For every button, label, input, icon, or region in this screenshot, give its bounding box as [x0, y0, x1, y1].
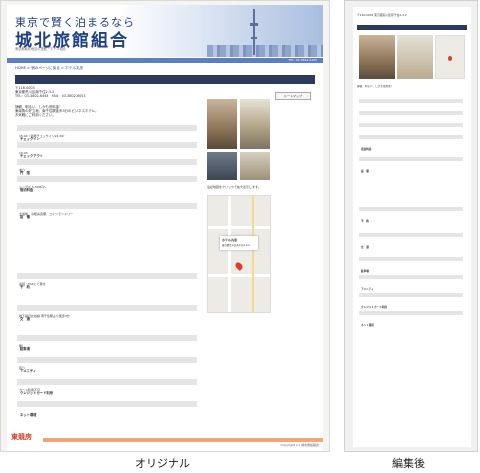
edited-intro: 静観、明るい、しかも低料金！ — [357, 85, 394, 88]
edited-section: チェックアウト — [359, 111, 463, 127]
intro-line-3: お気軽にご利用ください。 — [15, 113, 56, 118]
section-value: 10:00 — [19, 151, 28, 155]
map-road — [208, 274, 270, 277]
edited-section: ネット環境 — [359, 311, 463, 327]
map-card-address: 東京都荒川区南千住2-3-2 — [222, 244, 250, 247]
section-checkout: チェックアウト — [17, 142, 197, 158]
edited-photo-1 — [359, 35, 395, 79]
section-value: 15:00（最終チェックイン24:00） — [19, 134, 67, 138]
map-road — [208, 226, 270, 229]
map-pin-icon — [448, 56, 452, 61]
section-curfew: 門 限 — [17, 159, 197, 175]
section-reservation: 予 約 — [17, 273, 197, 289]
map-info-card: ホテル丸忠 東京都荒川区南千住2-3-2 — [220, 236, 258, 250]
breadcrumb[interactable]: HOME > 宿のページに戻る > ホテル丸忠 — [15, 66, 83, 71]
hotel-exterior-photo[interactable] — [207, 99, 237, 149]
section-label: ネット環境 — [20, 413, 37, 417]
site-header: 東京で賢く泊まるなら 城北旅館組合 東京都城北地区の旅館・ホテル組合 — [7, 5, 323, 57]
original-screenshot: 東京で賢く泊まるなら 城北旅館組合 東京都城北地区の旅館・ホテル組合 TEL: … — [0, 0, 330, 452]
footer-band — [43, 438, 323, 442]
edited-page: 〒116-0003 東京都荒川区南千住2-3-2 ホテル丸忠 静観、明るい、しか… — [353, 7, 471, 447]
section-access: 交 通 — [17, 305, 197, 321]
route-map-button[interactable]: ルートマップ — [275, 92, 311, 100]
phone-bar: TEL: 03-3892-9165 — [7, 58, 323, 63]
site-subtitle: 東京都城北地区の旅館・ホテル組合 — [15, 47, 66, 51]
caption-edited: 編集後 — [392, 457, 425, 470]
edited-section-label: ネット環境 — [361, 324, 374, 327]
map-highway — [252, 196, 254, 312]
footer-copyright: Copyright (c) 城北旅館組合 — [280, 443, 319, 447]
edited-section-label: 宿泊料金 — [361, 148, 372, 151]
edited-section-label: クレジットカード利用 — [361, 306, 387, 309]
skytree-icon — [250, 9, 258, 55]
edited-section: 設 備 — [359, 157, 463, 173]
footer-logo[interactable]: 東競房 — [11, 432, 32, 442]
edited-photo-2 — [397, 35, 433, 79]
section-checkin: チェックイン — [17, 125, 197, 141]
address-tel: TEL：03-3802-6444 FAX：03-3802-6053 — [15, 94, 86, 99]
site-footer: 東競房 Copyright (c) 城北旅館組合 — [7, 430, 323, 451]
section-value: 地下鉄日比谷線 南千住駅より徒歩3分 — [19, 314, 70, 318]
section-credit-card: クレジットカード利用 — [17, 379, 197, 395]
map-pin-icon[interactable] — [234, 261, 244, 271]
phone-text: TEL: 03-3892-9165 — [288, 58, 317, 62]
map-card-name: ホテル丸忠 — [222, 238, 238, 242]
hotel-bath-photo[interactable] — [240, 152, 270, 180]
section-internet: ネット環境 — [17, 401, 197, 417]
section-facilities: 設 備 — [17, 203, 197, 219]
section-value: あり — [19, 168, 26, 172]
edited-section: アメニティ — [359, 275, 463, 291]
section-parking: 駐車場 — [17, 335, 197, 351]
google-map[interactable]: ホテル丸忠 東京都荒川区南千住2-3-2 — [207, 195, 271, 313]
edited-section: 門 限 — [359, 123, 463, 139]
edited-section-label: アメニティ — [361, 288, 374, 291]
edited-screenshot: 〒116-0003 東京都荒川区南千住2-3-2 ホテル丸忠 静観、明るい、しか… — [344, 0, 478, 452]
section-value: 大浴場、冷暖房完備、コインランドリー — [19, 212, 74, 216]
hotel-title-bar: ホテル丸忠 — [15, 75, 315, 92]
section-amenity: アメニティ — [17, 357, 197, 373]
hotel-address: 〒116-0003 東京都荒川区南千住2-3-2 TEL：03-3802-644… — [15, 86, 86, 99]
edited-section: 駐車場 — [359, 257, 463, 273]
original-page: 東京で賢く泊まるなら 城北旅館組合 東京都城北地区の旅館・ホテル組合 TEL: … — [7, 5, 323, 451]
edited-hotel-bar: ホテル丸忠 — [357, 25, 467, 41]
edited-address: 〒116-0003 東京都荒川区南千住2-3-2 — [357, 13, 407, 17]
edited-section: チェックイン — [359, 99, 463, 115]
edited-section-label: 交 通 — [361, 246, 369, 249]
section-price: 宿泊料金 — [17, 176, 197, 192]
edited-section-label: 設 備 — [361, 170, 369, 173]
hotel-room-photo[interactable] — [240, 99, 270, 149]
map-note: 左記地図をクリックで拡大表示します。 — [207, 185, 261, 189]
map-road — [228, 196, 231, 312]
edited-section: クレジットカード利用 — [359, 293, 463, 309]
hotel-intro: 静観、明るい、しかも低料金！ 東南角の好立地、南千住駅徒歩3分のビジネスホテル。… — [15, 105, 200, 118]
hotel-corridor-photo[interactable] — [207, 152, 237, 180]
section-value: 無し — [19, 344, 26, 348]
caption-original: オリジナル — [135, 457, 190, 470]
edited-section: 交 通 — [359, 233, 463, 249]
edited-map — [435, 35, 465, 79]
skyline-image — [207, 45, 323, 57]
edited-section: 予 約 — [359, 207, 463, 223]
section-value: 電話・FAXにて受付 — [19, 282, 46, 286]
edited-section-label: 駐車場 — [361, 270, 369, 273]
section-value: 有り — [19, 366, 26, 370]
edited-section: 宿泊料金 — [359, 135, 463, 151]
section-value: シングル 5,500円〜 — [19, 185, 47, 189]
edited-section-label: 予 約 — [361, 220, 369, 223]
section-value: カード利用不可 — [19, 388, 41, 392]
